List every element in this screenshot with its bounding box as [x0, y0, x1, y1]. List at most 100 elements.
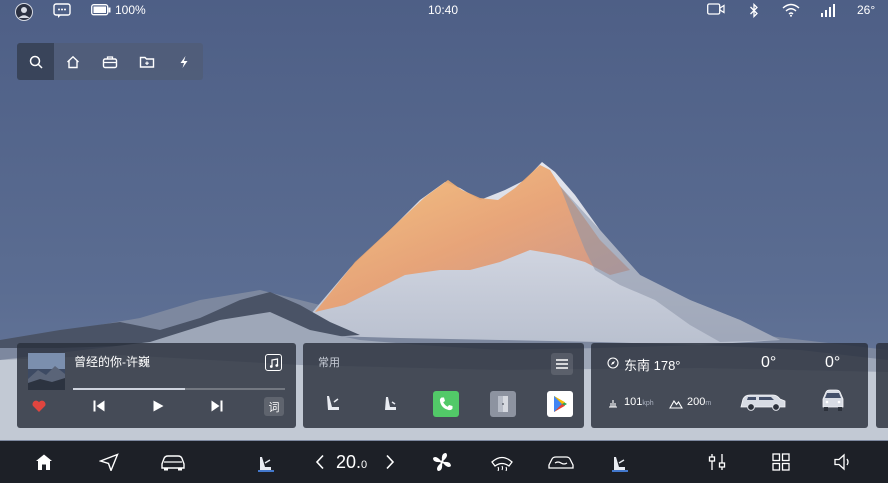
- briefcase-icon: [102, 55, 117, 68]
- volume-icon: [834, 453, 849, 471]
- temperature-down-button[interactable]: [312, 452, 328, 472]
- car-air-icon: [548, 456, 574, 469]
- skip-next-icon: [211, 400, 223, 412]
- altitude-value: 200: [687, 396, 706, 408]
- dock-seat-heat-right-button[interactable]: [609, 452, 631, 472]
- bluetooth-status: [749, 3, 759, 18]
- outside-temperature: 26°: [857, 3, 875, 17]
- speed-readout: 101kph: [624, 396, 654, 408]
- wifi-icon: [782, 3, 800, 17]
- song-title: 曾经的你-许巍: [74, 355, 150, 369]
- bluetooth-icon: [750, 3, 758, 18]
- seat-left-app[interactable]: [322, 392, 344, 419]
- progress-track[interactable]: [73, 388, 285, 390]
- signal-icon: [821, 4, 835, 17]
- camera-icon: [707, 3, 725, 15]
- seat-right-app[interactable]: [379, 392, 401, 419]
- favorite-button[interactable]: [31, 399, 47, 418]
- lyrics-button[interactable]: 词: [264, 397, 284, 416]
- signal-status: [820, 3, 836, 17]
- message-button[interactable]: [53, 3, 71, 19]
- album-cover: [28, 353, 65, 390]
- dock-navigation-button[interactable]: [98, 452, 120, 472]
- pitch-angle: 0°: [761, 354, 777, 371]
- dock-home-button[interactable]: [34, 452, 54, 472]
- home-icon: [66, 55, 79, 68]
- compass-heading: 东南 178°: [624, 358, 681, 373]
- speed-icon: [609, 400, 617, 408]
- apps-menu-button[interactable]: [551, 353, 573, 375]
- charging-shortcut-button[interactable]: [165, 43, 202, 80]
- search-icon: [29, 55, 43, 69]
- seat-icon: [327, 396, 339, 410]
- seat-heat-icon: [258, 457, 274, 472]
- work-shortcut-button[interactable]: [91, 43, 128, 80]
- phone-app[interactable]: [433, 391, 459, 417]
- fan-icon: [433, 453, 451, 471]
- compass-icon: [607, 357, 619, 369]
- battery-percentage: 100%: [115, 3, 146, 17]
- music-source-button[interactable]: [265, 354, 282, 371]
- frequent-apps-card: 常用: [303, 343, 584, 428]
- play-button[interactable]: [151, 399, 165, 418]
- temperature-display: 20. 0: [336, 452, 376, 472]
- flash-icon: [180, 55, 187, 68]
- dock-seat-heat-left-button[interactable]: [255, 452, 277, 472]
- temperature-up-button[interactable]: [382, 452, 398, 472]
- message-icon: [53, 3, 71, 18]
- home-shortcut-button[interactable]: [54, 43, 91, 80]
- heart-icon: [32, 400, 46, 412]
- frequent-apps-title: 常用: [318, 357, 340, 369]
- door-app[interactable]: [490, 391, 516, 417]
- seat-recline-icon: [385, 397, 396, 410]
- quick-bar: [17, 43, 203, 80]
- camera-button[interactable]: [707, 3, 725, 15]
- defrost-icon: [491, 456, 513, 471]
- folder-shortcut-button[interactable]: [128, 43, 165, 80]
- altitude-icon: [669, 399, 683, 409]
- dock-controls-button[interactable]: [707, 452, 727, 472]
- dock-bar: 20. 0: [0, 441, 888, 483]
- time-text: 10:40: [428, 3, 459, 17]
- altitude-readout: 200m: [687, 396, 711, 408]
- skip-previous-icon: [93, 400, 105, 412]
- phone-icon: [439, 397, 453, 411]
- music-card[interactable]: 曾经的你-许巍 词: [17, 343, 296, 428]
- clock: 10:40: [428, 3, 458, 17]
- next-card-edge[interactable]: [876, 343, 888, 428]
- play-icon: [153, 400, 164, 412]
- dock-vehicle-button[interactable]: [160, 452, 186, 472]
- temperature-decimal: 0: [361, 459, 368, 471]
- dock-fan-button[interactable]: [431, 452, 453, 472]
- seat-heat-right-icon: [612, 457, 628, 472]
- temperature-text: 26°: [857, 3, 876, 17]
- avatar-icon: [15, 3, 33, 21]
- search-button[interactable]: [17, 43, 54, 80]
- status-bar: 100% 10:40 26°: [0, 0, 888, 24]
- speed-unit: kph: [642, 400, 654, 407]
- controls-icon: [708, 454, 726, 470]
- dock-car-air-button[interactable]: [546, 452, 576, 472]
- car-status-card: 东南 178° 0° 0° 101kph 200m: [591, 343, 868, 428]
- avatar[interactable]: [15, 3, 33, 21]
- chevron-left-icon: [315, 454, 324, 470]
- apps-grid-icon: [772, 453, 790, 471]
- chevron-right-icon: [386, 454, 395, 470]
- play-store-app[interactable]: [547, 391, 573, 417]
- car-side-view: [740, 394, 786, 411]
- dock-front-defrost-button[interactable]: [490, 452, 514, 472]
- battery-status: 100%: [91, 3, 146, 17]
- dock-apps-button[interactable]: [771, 452, 791, 472]
- menu-icon: [556, 359, 568, 369]
- folder-icon: [139, 56, 154, 68]
- car-front-view: [822, 389, 844, 411]
- roll-angle: 0°: [825, 354, 841, 371]
- navigation-icon: [99, 453, 119, 471]
- next-track-button[interactable]: [210, 399, 224, 418]
- previous-track-button[interactable]: [92, 399, 106, 418]
- temperature-value: 20.: [336, 451, 362, 472]
- music-note-icon: [269, 357, 278, 368]
- car-icon: [161, 455, 185, 471]
- dock-volume-button[interactable]: [832, 452, 852, 472]
- home-icon: [36, 454, 52, 470]
